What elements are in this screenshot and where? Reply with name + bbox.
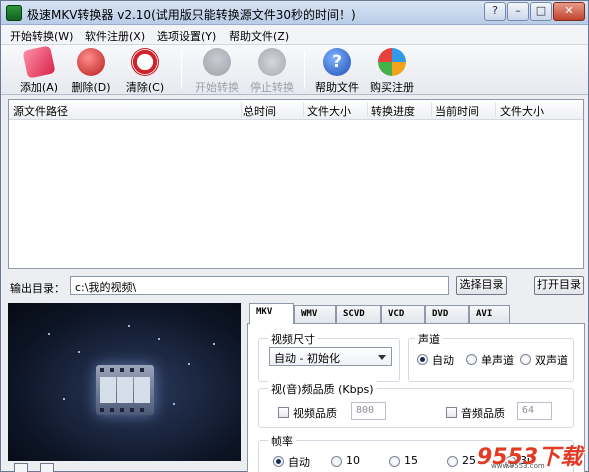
menu-register[interactable]: 软件注册(X)	[85, 28, 145, 44]
app-logo-icon	[6, 5, 22, 21]
start-convert-button[interactable]: 开始转换	[194, 47, 240, 94]
film-strip-icon	[96, 365, 154, 415]
column-divider	[303, 102, 304, 118]
open-dir-button[interactable]: 打开目录	[534, 276, 584, 295]
register-icon	[378, 48, 406, 76]
channel-mono-radio[interactable]	[466, 354, 477, 365]
menu-help[interactable]: 帮助文件(Z)	[229, 28, 289, 44]
video-preview	[8, 303, 241, 461]
star	[213, 343, 215, 345]
delete-label: 删除(D)	[71, 81, 111, 94]
stop-convert-label: 停止转换	[250, 81, 294, 94]
framerate-15-label: 15	[404, 454, 418, 467]
tab-dvd[interactable]: DVD	[425, 305, 469, 323]
stop-convert-button[interactable]: 停止转换	[249, 47, 295, 94]
help-file-button[interactable]: ? 帮助文件	[314, 47, 360, 94]
column-output-size[interactable]: 文件大小	[500, 103, 544, 119]
tab-mkv[interactable]: MKV	[249, 303, 294, 324]
toolbar: 添加(A) 删除(D) 清除(C) 开始转换 停止转换 ? 帮助文件 购买注册	[1, 45, 588, 95]
quality-title: 视(音)频品质 (Kbps)	[268, 381, 377, 397]
column-progress[interactable]: 转换进度	[371, 103, 415, 119]
delete-icon	[77, 48, 105, 76]
no-entry-icon	[131, 48, 159, 76]
framerate-10-label: 10	[346, 454, 360, 467]
minimize-button[interactable]: –	[507, 2, 529, 21]
column-divider	[241, 102, 242, 118]
help-icon: ?	[323, 48, 351, 76]
clear-button[interactable]: 清除(C)	[122, 47, 168, 94]
audio-quality-checkbox[interactable]	[446, 407, 457, 418]
framerate-15-radio[interactable]	[389, 456, 400, 467]
toolbar-separator	[181, 51, 182, 89]
channel-auto-radio[interactable]	[417, 354, 428, 365]
channel-title: 声道	[415, 331, 443, 347]
clear-label: 清除(C)	[125, 81, 165, 94]
tab-vcd[interactable]: VCD	[381, 305, 425, 323]
tab-wmv[interactable]: WMV	[294, 305, 336, 323]
framerate-auto-label: 自动	[288, 456, 310, 469]
column-divider	[367, 102, 368, 118]
buy-register-label: 购买注册	[370, 81, 414, 94]
list-header: 源文件路径 总时间 文件大小 转换进度 当前时间 文件大小	[9, 100, 583, 120]
window-title: 极速MKV转换器 v2.10(试用版只能转换源文件30秒的时间！)	[27, 8, 356, 22]
star	[158, 338, 160, 340]
help-window-button[interactable]: ?	[484, 2, 506, 21]
video-size-value: 自动 - 初始化	[274, 352, 340, 365]
delete-button[interactable]: 删除(D)	[68, 47, 114, 94]
framerate-25-label: 25	[462, 454, 476, 467]
star	[78, 351, 80, 353]
user-icon	[203, 48, 231, 76]
framerate-title: 帧率	[268, 433, 296, 449]
framerate-25-radio[interactable]	[447, 456, 458, 467]
add-button[interactable]: 添加(A)	[16, 45, 62, 94]
stop-icon	[258, 48, 286, 76]
add-film-icon	[22, 45, 56, 79]
star	[173, 403, 175, 405]
framerate-10-radio[interactable]	[331, 456, 342, 467]
column-total-time[interactable]: 总时间	[243, 103, 276, 119]
close-button[interactable]: ✕	[553, 2, 585, 21]
column-divider	[431, 102, 432, 118]
audio-quality-label: 音频品质	[461, 407, 505, 420]
toolbar-separator	[304, 51, 305, 89]
video-size-title: 视频尺寸	[268, 331, 318, 347]
video-size-select[interactable]: 自动 - 初始化	[269, 347, 392, 366]
tab-scvd[interactable]: SCVD	[336, 305, 381, 323]
chevron-down-icon	[378, 355, 386, 360]
audio-quality-input[interactable]: 64	[517, 402, 552, 420]
menu-bar: 开始转换(W) 软件注册(X) 选项设置(Y) 帮助文件(Z)	[1, 25, 588, 45]
star	[63, 398, 65, 400]
channel-mono-label: 单声道	[481, 354, 514, 367]
video-quality-label: 视频品质	[293, 407, 337, 420]
star	[188, 363, 190, 365]
title-bar[interactable]: 极速MKV转换器 v2.10(试用版只能转换源文件30秒的时间！) ? – □ …	[1, 1, 588, 25]
video-quality-checkbox[interactable]	[278, 407, 289, 418]
star	[48, 333, 50, 335]
start-convert-label: 开始转换	[195, 81, 239, 94]
output-dir-label: 输出目录：	[10, 282, 65, 295]
play-button[interactable]	[14, 463, 28, 472]
maximize-button[interactable]: □	[530, 2, 552, 21]
output-dir-input[interactable]: c:\我的视频\	[70, 276, 449, 295]
site-watermark-url: www.9553.com	[491, 462, 545, 470]
choose-dir-button[interactable]: 选择目录	[456, 276, 507, 295]
menu-start-convert[interactable]: 开始转换(W)	[10, 28, 73, 44]
column-divider	[495, 102, 496, 118]
channel-stereo-radio[interactable]	[520, 354, 531, 365]
main-window: 极速MKV转换器 v2.10(试用版只能转换源文件30秒的时间！) ? – □ …	[0, 0, 589, 472]
file-list[interactable]: 源文件路径 总时间 文件大小 转换进度 当前时间 文件大小	[8, 99, 584, 269]
column-file-size[interactable]: 文件大小	[307, 103, 351, 119]
tab-avi[interactable]: AVI	[469, 305, 510, 323]
video-quality-input[interactable]: 800	[351, 402, 386, 420]
channel-stereo-label: 双声道	[535, 354, 568, 367]
column-source-path[interactable]: 源文件路径	[13, 103, 68, 119]
column-current-time[interactable]: 当前时间	[435, 103, 479, 119]
menu-options[interactable]: 选项设置(Y)	[157, 28, 216, 44]
buy-register-button[interactable]: 购买注册	[369, 47, 415, 94]
help-file-label: 帮助文件	[315, 81, 359, 94]
channel-auto-label: 自动	[432, 354, 454, 367]
stop-preview-button[interactable]	[40, 463, 54, 472]
star	[128, 325, 130, 327]
framerate-auto-radio[interactable]	[273, 456, 284, 467]
